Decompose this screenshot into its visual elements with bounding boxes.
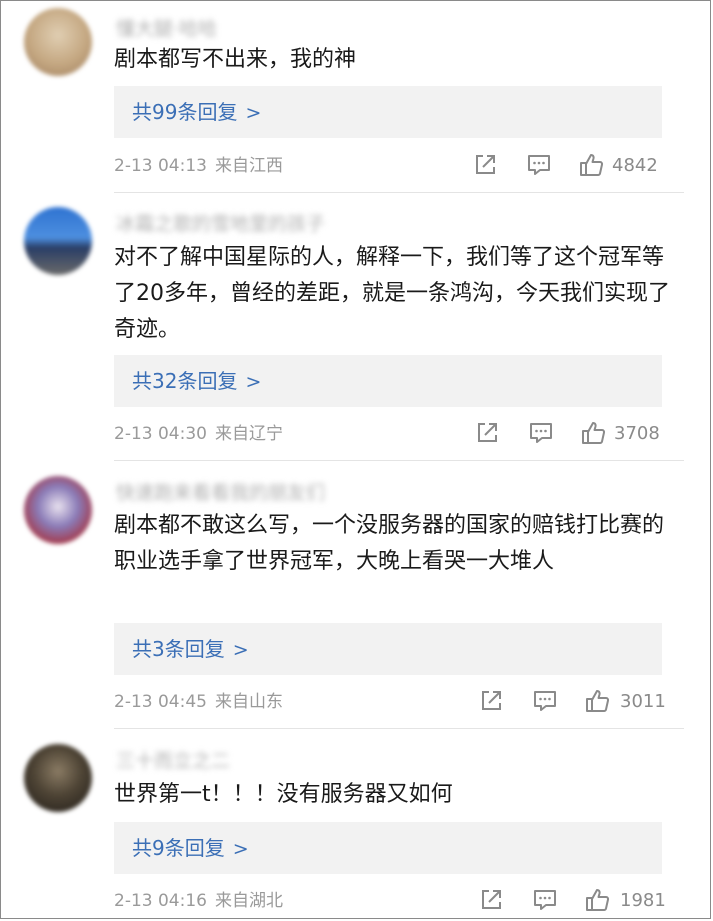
thumbs-up-icon[interactable]	[578, 152, 604, 178]
comment-location: 来自辽宁	[214, 424, 283, 444]
thumbs-up-icon[interactable]	[580, 420, 606, 446]
nickname[interactable]: 懂大腿·哈哈	[116, 14, 217, 40]
comment-icon[interactable]	[532, 688, 558, 714]
comment-time: 2-13 04:13	[114, 156, 207, 176]
comment-icon[interactable]	[526, 152, 552, 178]
replies-label: 共99条回复	[132, 100, 238, 124]
comment-location: 来自湖北	[214, 891, 283, 911]
avatar[interactable]	[24, 8, 92, 76]
thumbs-up-icon[interactable]	[584, 887, 610, 913]
comment-text: 剧本都写不出来，我的神	[114, 47, 357, 72]
replies-label: 共32条回复	[132, 369, 238, 393]
replies-button[interactable]: 共99条回复 >	[114, 86, 662, 138]
avatar[interactable]	[24, 476, 92, 544]
replies-label: 共9条回复	[132, 836, 225, 860]
comment-text: 世界第一t！！！没有服务器又如何	[114, 782, 453, 807]
replies-button[interactable]: 共32条回复 >	[114, 355, 662, 407]
avatar[interactable]	[24, 207, 92, 275]
comment-icon[interactable]	[532, 887, 558, 913]
replies-label: 共3条回复	[132, 637, 225, 661]
like-count: 3708	[614, 423, 660, 444]
share-icon[interactable]	[472, 152, 498, 178]
like-count: 1981	[620, 890, 666, 911]
avatar[interactable]	[24, 744, 92, 812]
comment-meta: 2-13 04:16 来自湖北	[114, 889, 283, 913]
chevron-right-icon: >	[245, 371, 262, 393]
comment-time: 2-13 04:16	[114, 891, 207, 911]
comment-actions: 1981	[470, 887, 670, 915]
chevron-right-icon: >	[232, 639, 249, 661]
nickname[interactable]: 三十而立之二	[116, 746, 230, 772]
share-icon[interactable]	[474, 420, 500, 446]
share-icon[interactable]	[478, 688, 504, 714]
thumbs-up-icon[interactable]	[584, 688, 610, 714]
comment-actions: 4842	[470, 152, 670, 180]
divider	[114, 192, 684, 193]
comment-meta: 2-13 04:13 来自江西	[114, 154, 283, 178]
like-count: 4842	[612, 155, 658, 176]
comment-time: 2-13 04:45	[114, 692, 207, 712]
comment-location: 来自江西	[214, 156, 283, 176]
comment-text: 对不了解中国星际的人，解释一下，我们等了这个冠军等了20多年，曾经的差距，就是一…	[114, 245, 670, 342]
comment-icon[interactable]	[528, 420, 554, 446]
nickname[interactable]: 快速跑来看看我的朋友们	[116, 478, 325, 504]
share-icon[interactable]	[478, 887, 504, 913]
comment-meta: 2-13 04:30 来自辽宁	[114, 422, 283, 446]
replies-button[interactable]: 共3条回复 >	[114, 623, 662, 675]
comment-text: 剧本都不敢这么写，一个没服务器的国家的赔钱打比赛的职业选手拿了世界冠军，大晚上看…	[114, 513, 665, 574]
divider	[114, 728, 684, 729]
like-count: 3011	[620, 691, 666, 712]
comment-actions: 3708	[470, 420, 670, 448]
comment-meta: 2-13 04:45 来自山东	[114, 690, 283, 714]
nickname[interactable]: 冰霜之歌的雪地里的孩子	[116, 209, 325, 235]
chevron-right-icon: >	[232, 838, 249, 860]
divider	[114, 460, 684, 461]
replies-button[interactable]: 共9条回复 >	[114, 822, 662, 874]
comment-time: 2-13 04:30	[114, 424, 207, 444]
comment-actions: 3011	[470, 688, 670, 716]
chevron-right-icon: >	[245, 102, 262, 124]
comment-location: 来自山东	[214, 692, 283, 712]
